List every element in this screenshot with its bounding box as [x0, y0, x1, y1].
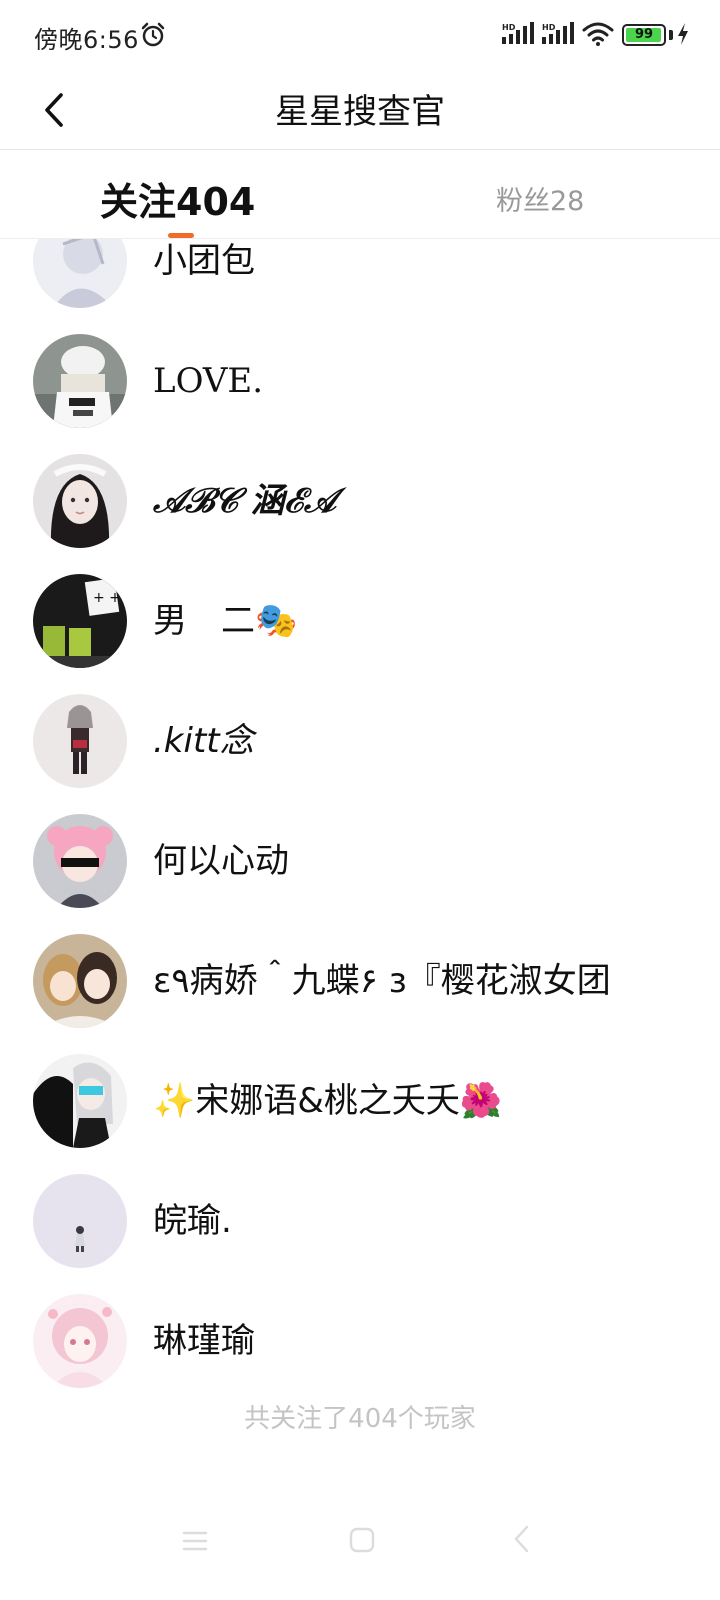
user-nickname: LOVE.: [153, 361, 264, 401]
list-item[interactable]: 何以心动: [0, 796, 720, 916]
avatar: [33, 1294, 127, 1388]
avatar: [33, 934, 127, 1028]
avatar: [33, 1174, 127, 1268]
user-nickname: 小团包: [153, 241, 255, 281]
network-type-label-2: HD: [542, 23, 556, 32]
avatar: [33, 454, 127, 548]
status-time: 傍晚6:56: [34, 26, 139, 54]
avatar: [33, 694, 127, 788]
svg-text:+ +: + +: [93, 590, 121, 606]
home-icon[interactable]: [348, 1526, 376, 1554]
battery-level: 99: [634, 27, 654, 42]
user-nickname: ✨宋娜语&桃之夭夭🌺: [153, 1081, 503, 1121]
avatar: [33, 814, 127, 908]
list-item[interactable]: LOVE.: [0, 316, 720, 436]
cellular-signal-icon-2: HD: [542, 22, 576, 50]
list-item[interactable]: ε٩病娇＾九蝶۶ з『樱花淑女团: [0, 916, 720, 1036]
user-nickname: 男 二🎭: [153, 601, 298, 641]
user-nickname: 皖瑜.: [153, 1201, 232, 1241]
list-item[interactable]: 𝒜ℬ𝒞 涵ℰ𝒜: [0, 436, 720, 556]
list-item[interactable]: ✨宋娜语&桃之夭夭🌺: [0, 1036, 720, 1156]
avatar: [33, 239, 127, 308]
list-item[interactable]: 琳瑾瑜: [0, 1276, 720, 1396]
wifi-icon: [582, 22, 614, 46]
following-count-footer: 共关注了404个玩家: [244, 1404, 476, 1434]
tab-bar: 关注404 粉丝28: [0, 151, 720, 239]
avatar: + +: [33, 574, 127, 668]
avatar: [33, 1054, 127, 1148]
header: 星星搜查官: [0, 70, 720, 150]
status-bar: 傍晚6:56 HD HD 99: [0, 0, 720, 70]
alarm-icon: [141, 22, 165, 47]
user-nickname: ε٩病娇＾九蝶۶ з『樱花淑女团: [153, 961, 611, 1001]
tab-following[interactable]: 关注404: [100, 171, 255, 226]
user-nickname: .kitt念: [153, 721, 254, 761]
list-item[interactable]: + + 男 二🎭: [0, 556, 720, 676]
battery-icon: 99: [622, 24, 666, 46]
avatar: [33, 334, 127, 428]
user-nickname: 何以心动: [153, 841, 289, 881]
charging-icon: [678, 23, 688, 45]
network-type-label: HD: [502, 23, 516, 32]
page-title: 星星搜查官: [275, 92, 445, 132]
tab-active-indicator: [168, 233, 194, 238]
list-item[interactable]: .kitt念: [0, 676, 720, 796]
user-nickname: 𝒜ℬ𝒞 涵ℰ𝒜: [153, 481, 336, 521]
nav-back-icon[interactable]: [512, 1524, 530, 1554]
menu-icon[interactable]: [182, 1528, 208, 1554]
system-nav-bar: [0, 1510, 720, 1600]
following-list[interactable]: 小团包 LOVE. 𝒜ℬ𝒞 涵ℰ𝒜 + + 男 二🎭 .kitt念 何以心动 ε…: [0, 239, 720, 1399]
list-item[interactable]: 皖瑜.: [0, 1156, 720, 1276]
list-item[interactable]: 小团包: [0, 239, 720, 316]
tab-fans[interactable]: 粉丝28: [496, 179, 584, 218]
user-nickname: 琳瑾瑜: [153, 1321, 255, 1361]
cellular-signal-icon: HD: [502, 22, 536, 50]
